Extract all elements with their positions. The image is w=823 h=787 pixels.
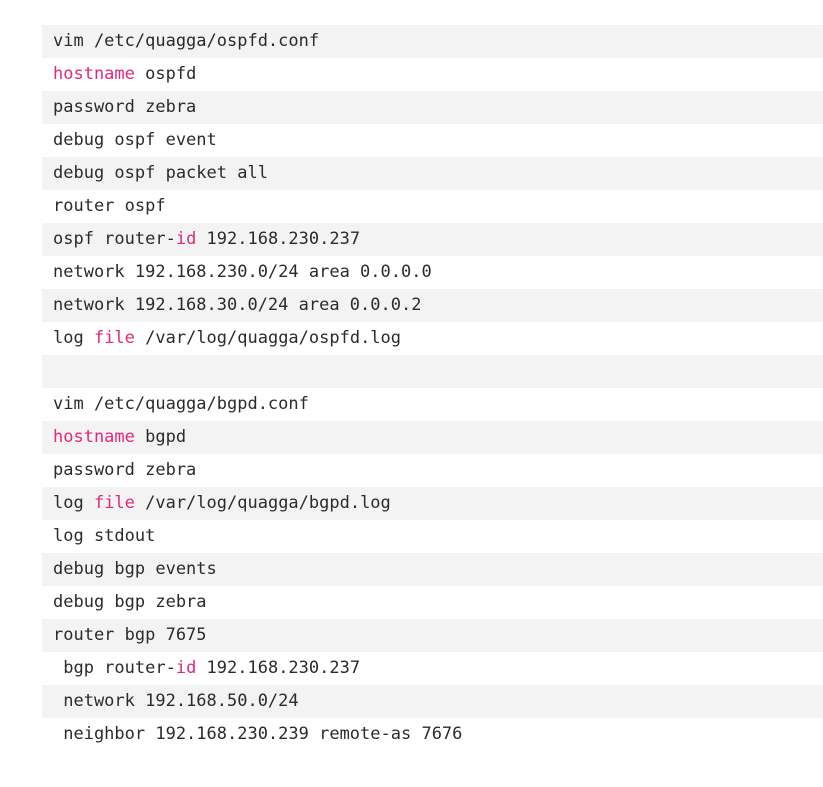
- code-text: ospfd: [134, 64, 197, 84]
- code-keyword: hostname: [53, 427, 135, 447]
- code-line: hostname bgpd: [42, 421, 823, 454]
- code-line-blank: [42, 355, 823, 388]
- code-line: log file /var/log/quagga/bgpd.log: [42, 487, 823, 520]
- code-text: 192.168.230.237: [196, 658, 361, 678]
- code-text: bgp router-: [53, 658, 176, 678]
- code-text: router ospf: [53, 196, 166, 216]
- code-text: /var/log/quagga/bgpd.log: [134, 493, 391, 513]
- code-text: network 192.168.30.0/24 area 0.0.0.2: [53, 295, 422, 315]
- code-line: vim /etc/quagga/ospfd.conf: [42, 25, 823, 58]
- code-line: network 192.168.30.0/24 area 0.0.0.2: [42, 289, 823, 322]
- code-text: neighbor 192.168.230.239 remote-as 7676: [53, 724, 463, 744]
- code-line: vim /etc/quagga/bgpd.conf: [42, 388, 823, 421]
- code-text: password zebra: [53, 460, 197, 480]
- code-line: log file /var/log/quagga/ospfd.log: [42, 322, 823, 355]
- code-text: /var/log/quagga/ospfd.log: [134, 328, 402, 348]
- code-text: debug ospf packet all: [53, 163, 268, 183]
- code-line: hostname ospfd: [42, 58, 823, 91]
- code-line: debug ospf event: [42, 124, 823, 157]
- code-line: neighbor 192.168.230.239 remote-as 7676: [42, 718, 823, 751]
- code-text: password zebra: [53, 97, 197, 117]
- code-keyword: id: [175, 658, 197, 678]
- code-line: network 192.168.230.0/24 area 0.0.0.0: [42, 256, 823, 289]
- code-text: router bgp 7675: [53, 625, 207, 645]
- code-keyword: file: [93, 493, 135, 513]
- code-text: ospf router-: [53, 229, 176, 249]
- code-text: debug bgp events: [53, 559, 217, 579]
- code-text: vim /etc/quagga/ospfd.conf: [53, 31, 320, 51]
- code-line: password zebra: [42, 91, 823, 124]
- code-line: log stdout: [42, 520, 823, 553]
- code-keyword: id: [175, 229, 197, 249]
- code-line: password zebra: [42, 454, 823, 487]
- code-line: debug bgp events: [42, 553, 823, 586]
- code-text: network 192.168.230.0/24 area 0.0.0.0: [53, 262, 432, 282]
- code-text: log: [53, 493, 94, 513]
- code-line: router ospf: [42, 190, 823, 223]
- code-text: network 192.168.50.0/24: [53, 691, 299, 711]
- code-text: debug ospf event: [53, 130, 217, 150]
- code-line: network 192.168.50.0/24: [42, 685, 823, 718]
- code-block: vim /etc/quagga/ospfd.conf hostname ospf…: [42, 25, 823, 751]
- code-text: log stdout: [53, 526, 156, 546]
- code-line: bgp router-id 192.168.230.237: [42, 652, 823, 685]
- code-text: vim /etc/quagga/bgpd.conf: [53, 394, 309, 414]
- code-keyword: hostname: [53, 64, 135, 84]
- code-line: ospf router-id 192.168.230.237: [42, 223, 823, 256]
- code-line: router bgp 7675: [42, 619, 823, 652]
- code-keyword: file: [93, 328, 135, 348]
- code-text: log: [53, 328, 94, 348]
- code-text: debug bgp zebra: [53, 592, 207, 612]
- code-text: 192.168.230.237: [196, 229, 361, 249]
- code-text: bgpd: [134, 427, 187, 447]
- code-line: debug ospf packet all: [42, 157, 823, 190]
- code-line: debug bgp zebra: [42, 586, 823, 619]
